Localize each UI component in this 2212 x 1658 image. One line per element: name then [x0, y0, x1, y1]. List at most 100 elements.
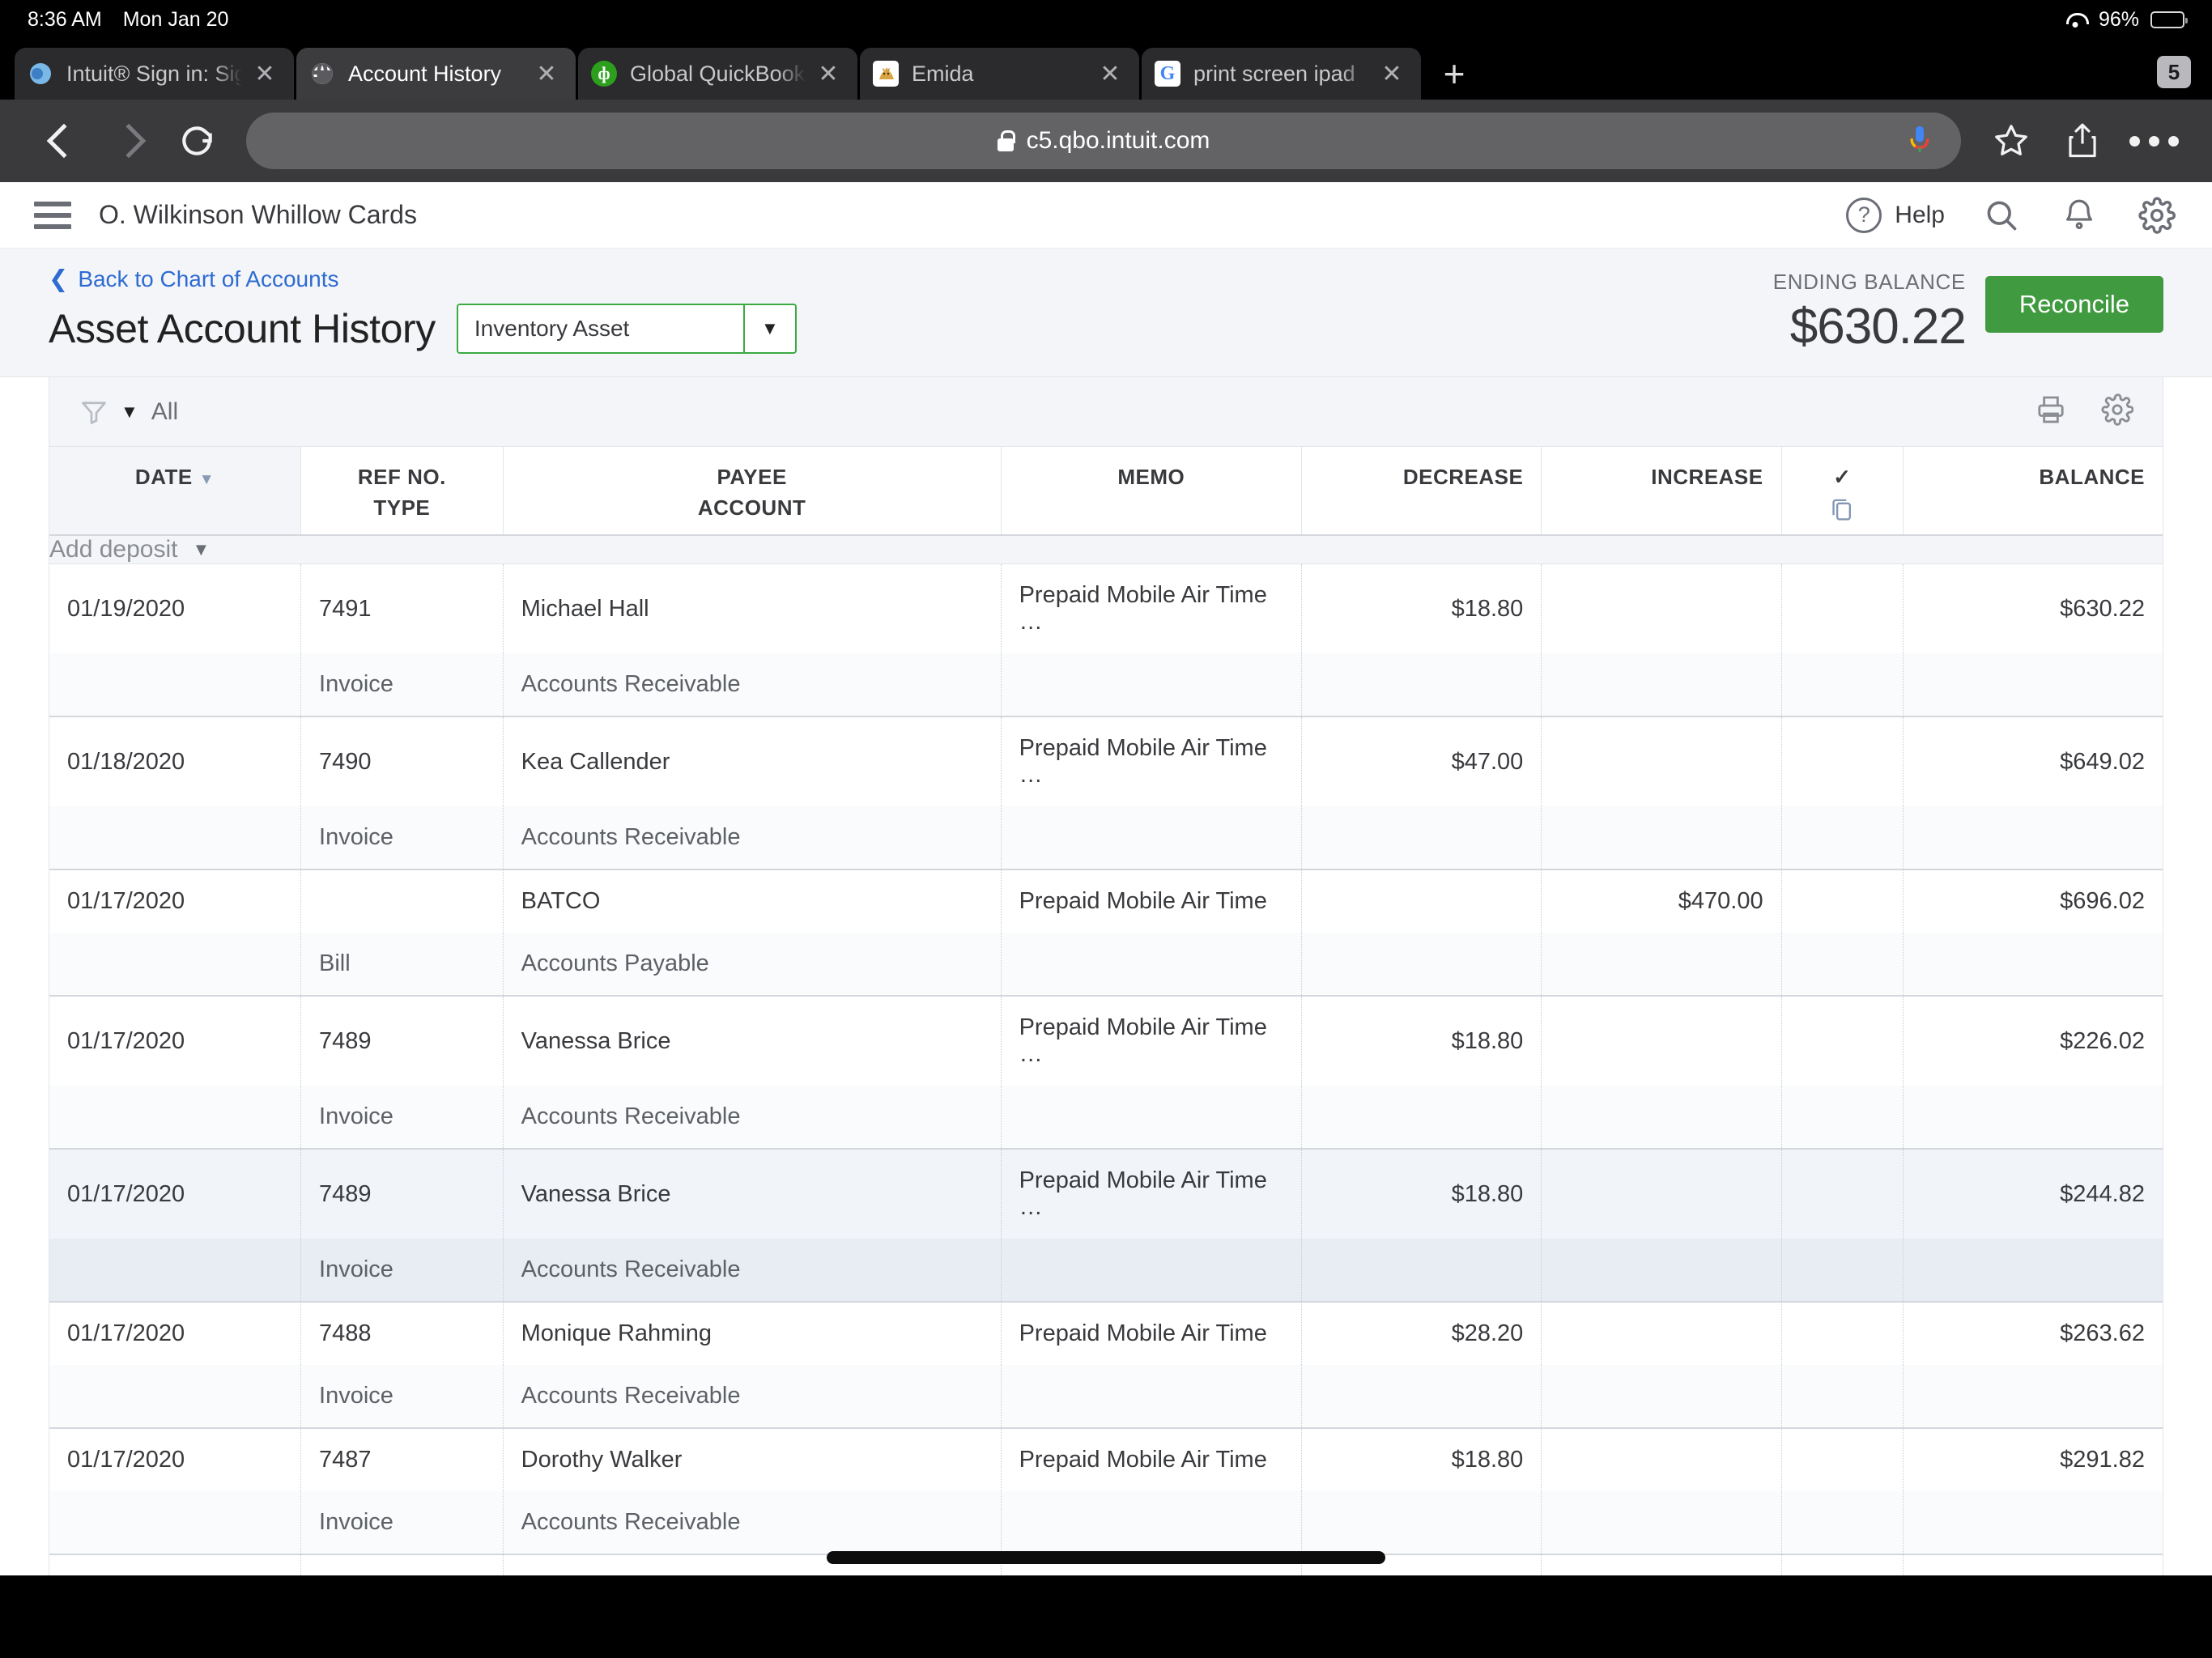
address-bar[interactable]: c5.qbo.intuit.com: [246, 113, 1961, 169]
column-header-checkmark[interactable]: ✓: [1781, 447, 1904, 536]
cell-type: Invoice: [300, 653, 504, 716]
more-dots-icon: [2129, 135, 2179, 147]
tab-count-badge[interactable]: 5: [2157, 56, 2191, 88]
column-header-increase[interactable]: INCREASE: [1541, 447, 1782, 536]
bookmark-button[interactable]: [1979, 108, 2044, 173]
cell-memo: Prepaid Mobile Air Time …: [1001, 1149, 1303, 1239]
column-header-payee-account[interactable]: PAYEE ACCOUNT: [503, 447, 1002, 536]
copy-attachment-icon[interactable]: [1782, 489, 1903, 534]
register-settings-button[interactable]: [2101, 393, 2134, 430]
cell-payee: Kea Callender: [503, 716, 1002, 806]
table-row-primary[interactable]: 01/17/2020 7489 Vanessa Brice Prepaid Mobil…: [49, 996, 2163, 1086]
cell-payee: Dorothy Walker: [503, 1428, 1002, 1491]
cell-memo-empty: [1001, 653, 1303, 716]
table-row-secondary[interactable]: Invoice Accounts Receivable: [49, 1365, 2163, 1428]
column-header-memo[interactable]: MEMO: [1001, 447, 1303, 536]
reload-button[interactable]: [165, 109, 228, 172]
back-button[interactable]: [26, 109, 89, 172]
table-row-secondary[interactable]: Invoice Accounts Receivable: [49, 806, 2163, 869]
forward-button[interactable]: [96, 109, 159, 172]
cell-decrease-empty: [1301, 1239, 1542, 1302]
filter-funnel-icon[interactable]: [79, 397, 109, 427]
close-icon[interactable]: ✕: [1376, 57, 1408, 90]
tab-title: Emida: [912, 61, 974, 86]
table-row-primary[interactable]: 01/17/2020 7487 Dorothy Walker Prepaid Mobi…: [49, 1428, 2163, 1491]
table-row[interactable]: 01/18/2020 7490 Kea Callender Prepaid Mobil…: [49, 716, 2163, 869]
help-button[interactable]: ? Help: [1846, 197, 1945, 233]
browser-toolbar: c5.qbo.intuit.com: [0, 100, 2212, 182]
table-row[interactable]: 01/17/2020 7487 Dorothy Walker Prepaid Mobi…: [49, 1428, 2163, 1554]
close-icon[interactable]: ✕: [530, 57, 563, 90]
cell-account: Accounts Payable: [503, 933, 1002, 996]
bell-icon: [2066, 199, 2092, 229]
hamburger-icon[interactable]: [34, 199, 71, 232]
table-row[interactable]: 01/17/2020 7489 Vanessa Brice Prepaid Mobil…: [49, 996, 2163, 1149]
table-row[interactable]: 01/17/2020 7489 Vanessa Brice Prepaid Mobil…: [49, 1149, 2163, 1302]
close-icon[interactable]: ✕: [249, 57, 281, 90]
table-row-secondary[interactable]: Bill Accounts Payable: [49, 933, 2163, 996]
table-row-secondary[interactable]: Invoice Accounts Receivable: [49, 1491, 2163, 1554]
settings-button[interactable]: [2136, 194, 2178, 236]
cell-type: Invoice: [300, 1239, 504, 1302]
account-select[interactable]: Inventory Asset ▼: [456, 304, 797, 354]
cell-check: [1781, 869, 1904, 933]
column-header-date[interactable]: DATE ▼: [49, 447, 302, 536]
cell-payee: Vanessa Brice: [503, 996, 1002, 1086]
browser-tab[interactable]: ф Global QuickBook ✕: [578, 48, 857, 100]
table-row-secondary[interactable]: Invoice Accounts Receivable: [49, 653, 2163, 716]
table-row-primary[interactable]: 01/17/2020 BATCO Prepaid Mobile Air Time $4…: [49, 869, 2163, 933]
table-row-secondary[interactable]: Invoice Accounts Receivable: [49, 1239, 2163, 1302]
table-row[interactable]: 01/17/2020 7488 Monique Rahming Prepaid Mob…: [49, 1302, 2163, 1428]
table-row[interactable]: 01/17/2020 BATCO Prepaid Mobile Air Time $4…: [49, 869, 2163, 996]
cell-memo-empty: [1001, 1239, 1303, 1302]
tab-title: Account History: [348, 61, 502, 86]
search-button[interactable]: [1980, 194, 2023, 236]
filter-label[interactable]: All: [151, 398, 178, 426]
table-row-primary[interactable]: 01/18/2020 7490 Kea Callender Prepaid Mobil…: [49, 716, 2163, 806]
browser-tab[interactable]: Emida ✕: [860, 48, 1139, 100]
tab-title: Intuit® Sign in: Sig: [66, 61, 242, 86]
status-time: 8:36 AM: [28, 7, 102, 31]
header-ref-no-label: REF NO.: [357, 465, 446, 489]
cell-increase-empty: [1541, 653, 1782, 716]
table-row-primary[interactable]: 01/17/2020 7489 Vanessa Brice Prepaid Mobil…: [49, 1149, 2163, 1239]
cell-date: 01/17/2020: [49, 996, 302, 1086]
print-button[interactable]: [2035, 393, 2067, 430]
table-row-primary[interactable]: 01/19/2020 7491 Michael Hall Prepaid Mobile…: [49, 563, 2163, 653]
browser-tab-active[interactable]: Account History ✕: [296, 48, 576, 100]
close-icon[interactable]: ✕: [812, 57, 844, 90]
filter-caret-icon[interactable]: ▼: [121, 402, 138, 423]
column-header-balance[interactable]: BALANCE: [1903, 447, 2163, 536]
cell-account: Accounts Receivable: [503, 1086, 1002, 1149]
cell-increase: [1541, 1428, 1782, 1491]
close-icon[interactable]: ✕: [1094, 57, 1126, 90]
column-header-ref-type[interactable]: REF NO. TYPE: [300, 447, 504, 536]
cell-check-empty: [1781, 1491, 1904, 1554]
column-header-decrease[interactable]: DECREASE: [1301, 447, 1542, 536]
reconcile-button[interactable]: Reconcile: [1984, 276, 2163, 333]
cell-date: 01/17/2020: [49, 869, 302, 933]
cell-date-empty: [49, 933, 302, 996]
cell-ref-no: 7491: [300, 563, 504, 653]
new-tab-button[interactable]: +: [1423, 48, 1485, 100]
notifications-button[interactable]: [2058, 194, 2100, 236]
add-deposit-cell[interactable]: Add deposit ▼: [49, 535, 2163, 564]
more-menu-button[interactable]: [2121, 108, 2186, 173]
help-label: Help: [1895, 201, 1945, 228]
cell-increase: [1541, 563, 1782, 653]
table-row-primary[interactable]: 01/17/2020 7488 Monique Rahming Prepaid Mob…: [49, 1302, 2163, 1365]
cell-balance: $649.02: [1903, 716, 2163, 806]
lock-icon: [997, 130, 1015, 151]
back-chevron-icon: ❮: [49, 266, 69, 292]
back-to-chart-of-accounts-link[interactable]: ❮ Back to Chart of Accounts: [49, 266, 1773, 292]
share-button[interactable]: [2050, 108, 2115, 173]
browser-tab[interactable]: G print screen ipad ✕: [1142, 48, 1421, 100]
chevron-down-icon[interactable]: ▼: [742, 305, 795, 352]
google-mic-icon[interactable]: [1906, 124, 1933, 158]
table-row-secondary[interactable]: Invoice Accounts Receivable: [49, 1086, 2163, 1149]
cell-decrease: $18.80: [1301, 1428, 1542, 1491]
browser-tab[interactable]: Intuit® Sign in: Sig ✕: [15, 48, 294, 100]
question-circle-icon: ?: [1846, 197, 1882, 233]
table-row[interactable]: 01/19/2020 7491 Michael Hall Prepaid Mobile…: [49, 563, 2163, 716]
cell-date-empty: [49, 1365, 302, 1428]
